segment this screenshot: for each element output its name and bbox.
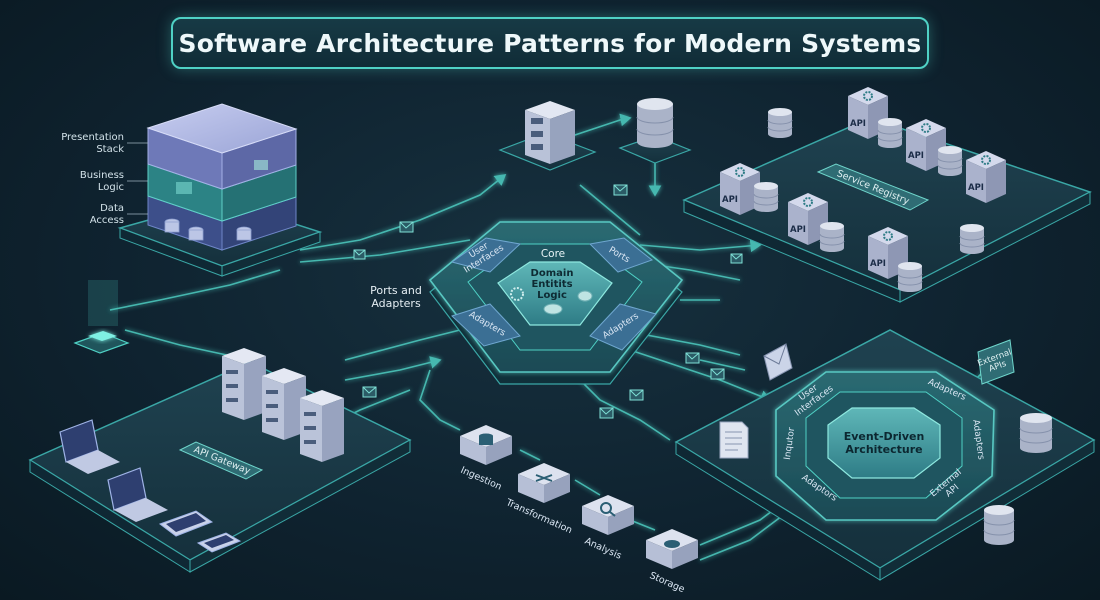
envelope-icon (613, 184, 628, 196)
event-driven-architecture: Event-Driven Architecture UserInterfaces … (674, 329, 1096, 581)
database-icon (753, 182, 779, 212)
database-icon (937, 146, 963, 176)
pipeline-step: Storage (646, 529, 698, 595)
top-center-servers (498, 98, 692, 171)
api-label: API (870, 259, 886, 269)
pipeline-step-label: Ingestion (459, 465, 504, 493)
hexagonal-architecture: UserInterfaces Ports Adapters Adapters C… (370, 221, 684, 385)
pipeline-step-label: Analysis (583, 536, 623, 562)
database-icon (819, 222, 845, 252)
database-icon (983, 505, 1015, 545)
server-tower-icon (300, 390, 344, 462)
api-label: API (908, 151, 924, 161)
envelope-icon (599, 407, 614, 419)
architecture-diagram: Presentation Stack Business Logic Data Acce… (28, 87, 1096, 595)
envelope-icon (353, 249, 366, 260)
disk-icon (543, 303, 563, 315)
event-driven-center-label: Event-Driven Architecture (844, 430, 925, 456)
pipeline-step-label: Storage (648, 570, 687, 595)
server-tower-icon (262, 368, 306, 440)
layered-architecture: Presentation Stack Business Logic Data Acce… (61, 103, 323, 277)
database-icon (636, 98, 674, 148)
layer-label-business: Business Logic (80, 170, 124, 193)
microservices-architecture: Service Registry APIAPIAPIAPIAPIAPI (682, 87, 1092, 303)
pipeline-step: Ingestion (459, 425, 512, 493)
envelope-icon (362, 386, 377, 398)
gateway-architecture: API Gateway (28, 348, 412, 573)
api-label: API (850, 119, 866, 129)
database-icon (877, 118, 903, 148)
pipeline-step: Analysis (582, 495, 634, 562)
data-pipeline: Ingestion Transformation Analysis Storage (459, 425, 698, 595)
layer-label-data: Data Access (90, 203, 124, 226)
server-stack-icon (525, 101, 575, 164)
hex-side-label: Ports and Adapters (370, 284, 422, 310)
api-cube: API (966, 151, 1006, 203)
api-label: API (722, 195, 738, 205)
database-icon (1019, 413, 1053, 453)
disk-icon-2 (577, 290, 593, 302)
document-icon (719, 421, 749, 459)
database-icon (897, 262, 923, 292)
api-label: API (968, 183, 984, 193)
external-apis-tile: ExternalAPIs (976, 339, 1015, 385)
disk-icon (664, 540, 680, 548)
layer-label-presentation: Presentation Stack (61, 132, 124, 155)
envelope-icon (763, 343, 793, 381)
envelope-icon (685, 352, 700, 364)
database-icon (959, 224, 985, 254)
glow-pad (73, 280, 130, 354)
pipeline-step: Transformation (503, 463, 574, 536)
envelope-icon (629, 389, 644, 401)
envelope-icon (730, 253, 743, 264)
server-tower-icon (222, 348, 266, 420)
hex-core-label: Core (541, 248, 565, 260)
database-icon (767, 108, 793, 138)
envelope-icon (710, 368, 725, 380)
pipeline-step-label: Transformation (503, 497, 574, 536)
api-label: API (790, 225, 806, 235)
envelope-icon (399, 221, 414, 233)
